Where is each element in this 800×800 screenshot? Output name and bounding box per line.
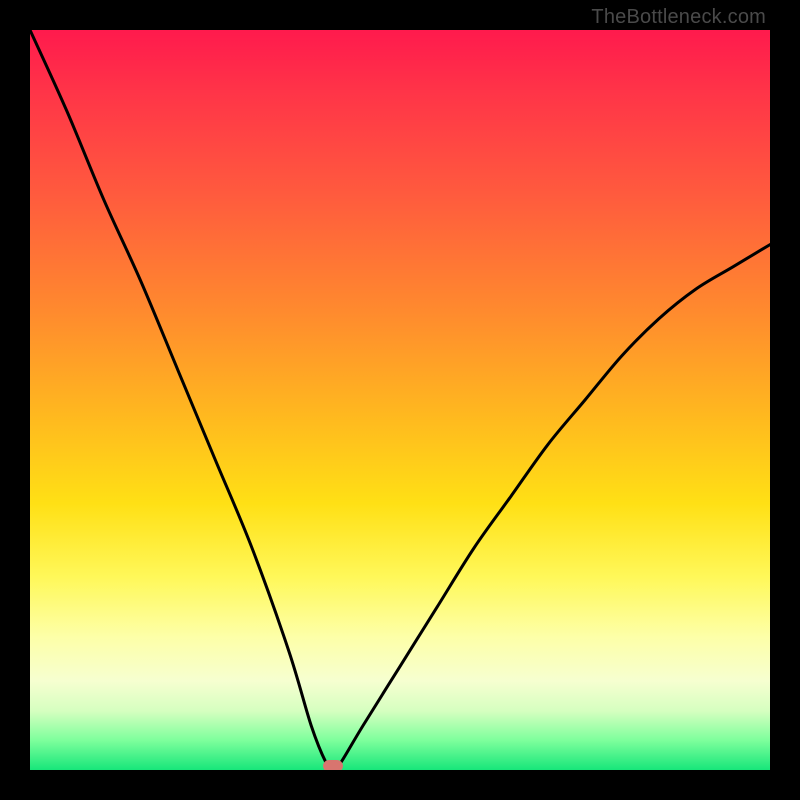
- optimum-marker: [323, 760, 343, 770]
- bottleneck-curve: [30, 30, 770, 770]
- plot-area: [30, 30, 770, 770]
- outer-frame: TheBottleneck.com: [0, 0, 800, 800]
- watermark-text: TheBottleneck.com: [591, 6, 766, 29]
